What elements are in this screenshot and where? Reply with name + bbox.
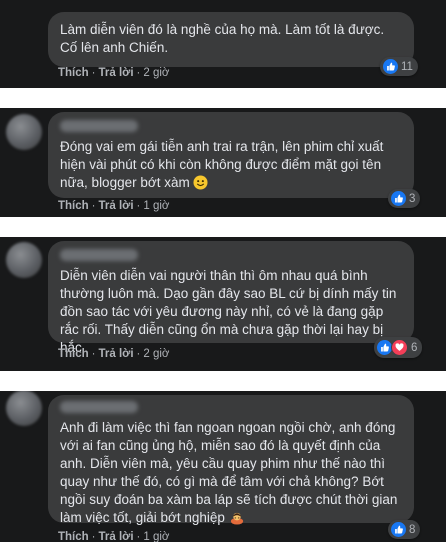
comment-text: Làm diễn viên đó là nghề của họ mà. Làm … bbox=[60, 22, 385, 55]
reply-button[interactable]: Trả lời bbox=[99, 348, 134, 360]
comment-time[interactable]: 1 giờ bbox=[143, 200, 169, 212]
reply-button[interactable]: Trả lời bbox=[99, 200, 134, 212]
like-icon bbox=[377, 340, 392, 355]
comment-bubble: Làm diễn viên đó là nghề của họ mà. Làm … bbox=[48, 12, 414, 67]
like-icon bbox=[391, 522, 406, 537]
reaction-count: 11 bbox=[401, 60, 413, 73]
like-button[interactable]: Thích bbox=[58, 200, 89, 212]
like-icon bbox=[383, 59, 398, 74]
comment-card: Anh đi làm việc thì fan ngoan ngoan ngồi… bbox=[0, 391, 446, 542]
reaction-summary[interactable]: 3 bbox=[388, 189, 421, 208]
avatar[interactable] bbox=[6, 391, 42, 426]
reaction-count: 8 bbox=[409, 523, 416, 536]
separator-dot: · bbox=[136, 200, 141, 212]
separator-dot: · bbox=[136, 531, 141, 542]
author-name[interactable] bbox=[60, 401, 138, 413]
comment-actions: Thích · Trả lời · 1 giờ bbox=[58, 531, 169, 542]
comment-time[interactable]: 2 giờ bbox=[143, 348, 169, 360]
comment-time[interactable]: 2 giờ bbox=[143, 67, 169, 79]
like-button[interactable]: Thích bbox=[58, 348, 89, 360]
heart-icon bbox=[391, 339, 408, 356]
separator-dot: · bbox=[136, 348, 141, 360]
avatar[interactable] bbox=[6, 242, 42, 278]
reply-button[interactable]: Trả lời bbox=[99, 67, 134, 79]
comment-card: Đóng vai em gái tiễn anh trai ra trận, l… bbox=[0, 108, 446, 217]
comment-text-content: Đóng vai em gái tiễn anh trai ra trận, l… bbox=[60, 139, 384, 190]
comment-bubble: Đóng vai em gái tiễn anh trai ra trận, l… bbox=[48, 112, 414, 198]
person-bowing-emoji bbox=[229, 510, 245, 530]
avatar[interactable] bbox=[6, 114, 42, 150]
reaction-count: 6 bbox=[411, 341, 418, 354]
comment-actions: Thích · Trả lời · 2 giờ bbox=[58, 348, 169, 360]
separator-dot: · bbox=[91, 348, 96, 360]
comment-time[interactable]: 1 giờ bbox=[143, 531, 169, 542]
author-name[interactable] bbox=[60, 120, 138, 132]
comment-text: Anh đi làm việc thì fan ngoan ngoan ngồi… bbox=[60, 419, 402, 530]
reply-button[interactable]: Trả lời bbox=[99, 531, 134, 542]
separator-dot: · bbox=[91, 67, 96, 79]
separator-dot: · bbox=[136, 67, 141, 79]
like-button[interactable]: Thích bbox=[58, 67, 89, 79]
smiling-face-emoji bbox=[193, 175, 209, 195]
comment-actions: Thích · Trả lời · 1 giờ bbox=[58, 200, 169, 212]
author-name[interactable] bbox=[60, 249, 138, 261]
reaction-summary[interactable]: 11 bbox=[380, 57, 418, 76]
comment-actions: Thích · Trả lời · 2 giờ bbox=[58, 67, 169, 79]
reaction-summary[interactable]: 6 bbox=[374, 337, 423, 358]
reaction-count: 3 bbox=[409, 192, 416, 205]
comment-card: Diễn viên diễn vai người thân thì ôm nha… bbox=[0, 237, 446, 371]
comment-bubble: Diễn viên diễn vai người thân thì ôm nha… bbox=[48, 241, 414, 355]
comment-text: Đóng vai em gái tiễn anh trai ra trận, l… bbox=[60, 138, 402, 195]
separator-dot: · bbox=[91, 531, 96, 542]
comment-bubble: Anh đi làm việc thì fan ngoan ngoan ngồi… bbox=[48, 395, 414, 525]
like-icon bbox=[391, 191, 406, 206]
comment-card: Làm diễn viên đó là nghề của họ mà. Làm … bbox=[0, 0, 446, 88]
reaction-summary[interactable]: 8 bbox=[388, 520, 421, 539]
comment-text: Diễn viên diễn vai người thân thì ôm nha… bbox=[60, 268, 397, 355]
separator-dot: · bbox=[91, 200, 96, 212]
like-button[interactable]: Thích bbox=[58, 531, 89, 542]
